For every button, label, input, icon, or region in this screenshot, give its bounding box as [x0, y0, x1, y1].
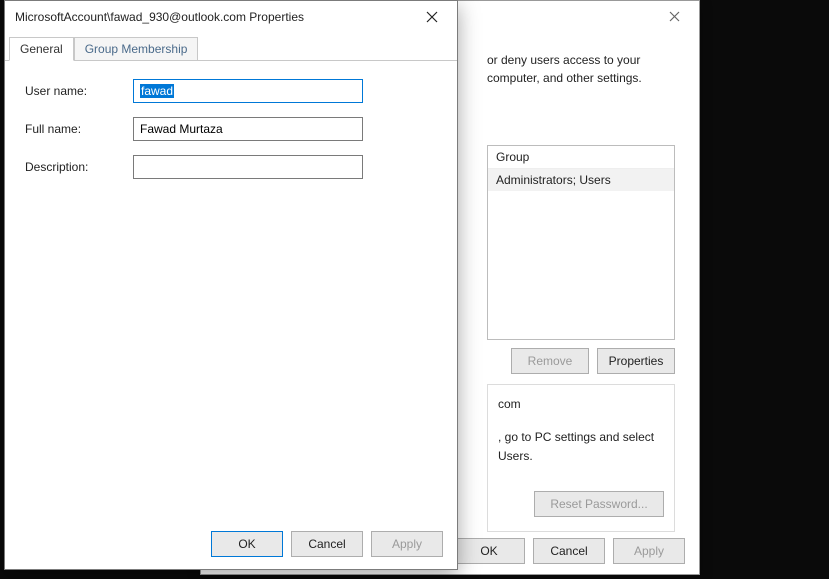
table-row[interactable]: Administrators; Users	[488, 169, 674, 191]
close-button[interactable]	[411, 4, 453, 30]
row-description: Description:	[25, 155, 437, 179]
remove-button: Remove	[511, 348, 589, 374]
password-section: com , go to PC settings and select Users…	[487, 384, 675, 532]
back-footer: OK Cancel Apply	[453, 538, 685, 564]
password-text-2: , go to PC settings and select Users.	[498, 428, 664, 466]
user-list[interactable]: Group Administrators; Users	[487, 145, 675, 340]
apply-button: Apply	[371, 531, 443, 557]
close-icon	[426, 11, 438, 23]
list-buttons: Add... Remove Properties	[487, 348, 675, 374]
back-ok-button[interactable]: OK	[453, 538, 525, 564]
properties-button[interactable]: Properties	[597, 348, 675, 374]
dialog-title: MicrosoftAccount\fawad_930@outlook.com P…	[15, 10, 304, 24]
back-cancel-button[interactable]: Cancel	[533, 538, 605, 564]
username-field[interactable]: fawad	[133, 79, 363, 103]
tab-strip: General Group Membership	[5, 33, 457, 61]
back-apply-button: Apply	[613, 538, 685, 564]
account-properties-dialog: MicrosoftAccount\fawad_930@outlook.com P…	[4, 0, 458, 570]
cancel-button[interactable]: Cancel	[291, 531, 363, 557]
label-username: User name:	[25, 84, 133, 98]
row-username: User name: fawad	[25, 79, 437, 103]
description-field[interactable]	[133, 155, 363, 179]
close-icon[interactable]	[653, 3, 695, 29]
password-text-1: com	[498, 395, 664, 414]
reset-password-button: Reset Password...	[534, 491, 664, 517]
tab-group-membership[interactable]: Group Membership	[74, 37, 199, 60]
front-footer: OK Cancel Apply	[211, 531, 443, 557]
fullname-field[interactable]	[133, 117, 363, 141]
tab-general[interactable]: General	[9, 37, 74, 61]
front-titlebar: MicrosoftAccount\fawad_930@outlook.com P…	[5, 1, 457, 33]
label-fullname: Full name:	[25, 122, 133, 136]
ok-button[interactable]: OK	[211, 531, 283, 557]
row-fullname: Full name:	[25, 117, 437, 141]
column-header-group[interactable]: Group	[488, 146, 674, 169]
form-area: User name: fawad Full name: Description:	[5, 61, 457, 211]
label-description: Description:	[25, 160, 133, 174]
username-value: fawad	[140, 84, 174, 98]
